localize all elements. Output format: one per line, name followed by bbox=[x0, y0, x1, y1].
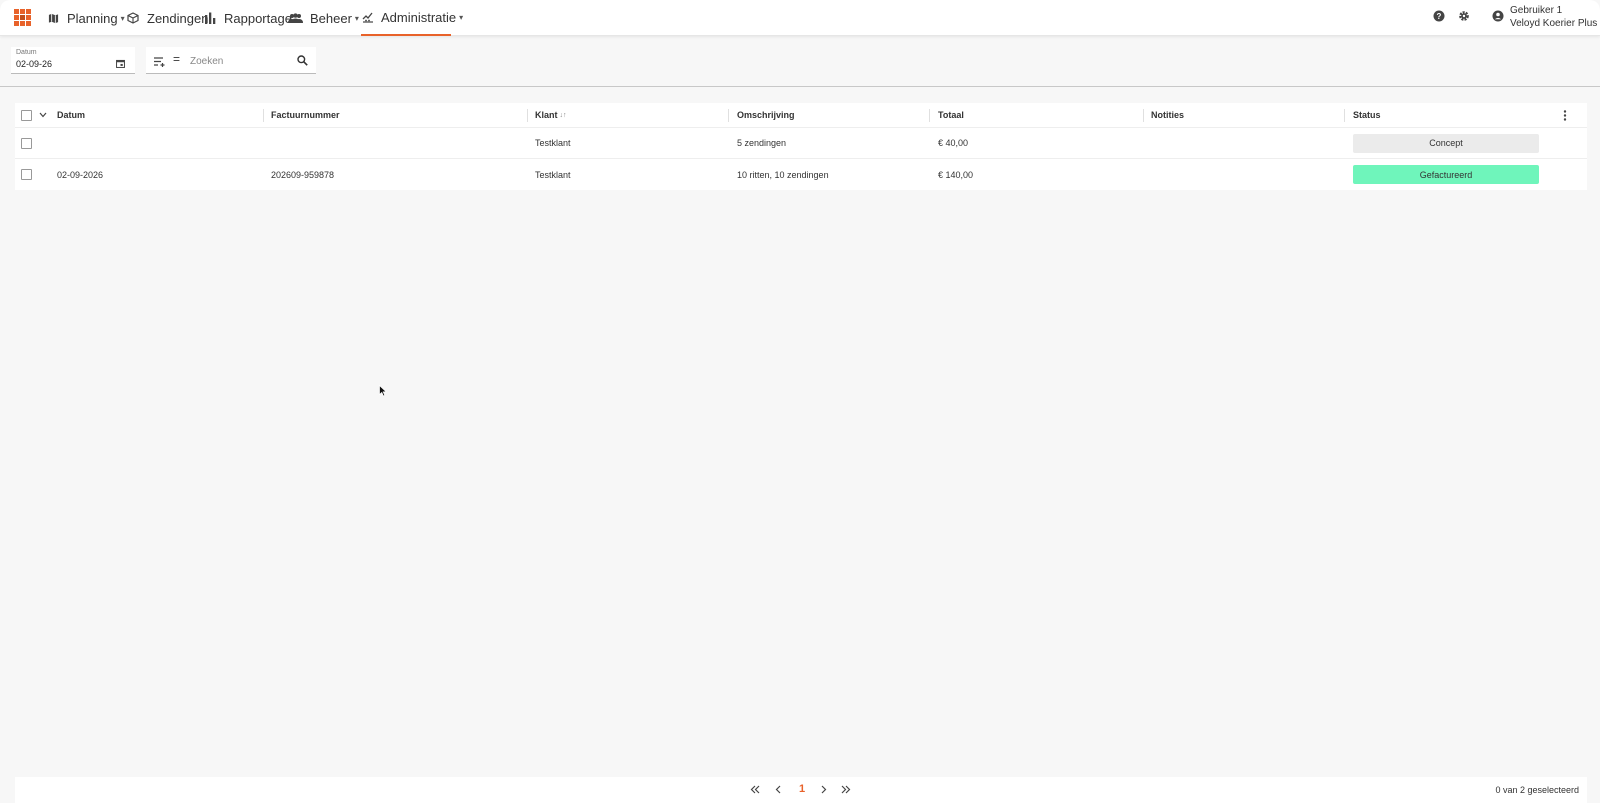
more-options-icon[interactable] bbox=[1563, 103, 1567, 127]
nav-administratie[interactable]: Administratie ▾ bbox=[361, 0, 463, 36]
search-icon[interactable] bbox=[297, 54, 308, 69]
caret-down-icon: ▾ bbox=[459, 12, 464, 22]
nav-label: Planning bbox=[67, 10, 118, 26]
column-separator bbox=[728, 109, 729, 122]
cell-omschrijving: 10 ritten, 10 zendingen bbox=[737, 169, 829, 180]
user-name: Gebruiker 1 bbox=[1510, 5, 1563, 16]
user-menu[interactable]: Gebruiker 1 Veloyd Koerier Plus bbox=[1492, 4, 1597, 30]
cell-klant: Testklant bbox=[535, 169, 571, 180]
column-header-omschrijving[interactable]: Omschrijving bbox=[737, 103, 795, 127]
column-separator bbox=[527, 109, 528, 122]
column-header-notities[interactable]: Notities bbox=[1151, 103, 1184, 127]
help-icon[interactable]: ? bbox=[1433, 10, 1445, 25]
top-navigation: Planning ▾ Zendingen Rapportage Beheer ▾ bbox=[0, 0, 1600, 36]
cell-datum: 02-09-2026 bbox=[57, 169, 104, 180]
table-header-row: Datum Factuurnummer Klant ↓↑ Omschrijvin… bbox=[15, 103, 1587, 128]
expand-chevron-icon[interactable] bbox=[39, 103, 47, 127]
status-badge[interactable]: Gefactureerd bbox=[1353, 165, 1539, 184]
table-row[interactable]: Testklant 5 zendingen € 40,00 Concept bbox=[15, 128, 1587, 159]
cell-totaal: € 40,00 bbox=[938, 138, 969, 148]
bar-chart-icon bbox=[203, 11, 217, 25]
column-header-klant-label: Klant bbox=[535, 110, 558, 120]
row-checkbox[interactable] bbox=[21, 128, 32, 158]
caret-down-icon: ▾ bbox=[120, 13, 125, 23]
nav-rapportage[interactable]: Rapportage bbox=[203, 0, 292, 36]
column-separator bbox=[263, 109, 264, 122]
search-input[interactable] bbox=[190, 53, 290, 69]
app-window: Planning ▾ Zendingen Rapportage Beheer ▾ bbox=[0, 0, 1600, 803]
cell-omschrijving: 5 zendingen bbox=[737, 138, 787, 148]
finance-icon bbox=[362, 10, 374, 24]
app-logo-icon[interactable] bbox=[14, 9, 31, 26]
nav-planning[interactable]: Planning ▾ bbox=[46, 0, 125, 36]
svg-text:?: ? bbox=[1437, 12, 1442, 21]
date-field-label: Datum bbox=[16, 49, 37, 56]
column-header-datum[interactable]: Datum bbox=[57, 103, 85, 127]
column-header-totaal[interactable]: Totaal bbox=[938, 103, 964, 127]
calendar-icon[interactable] bbox=[116, 56, 125, 71]
selection-count: 0 van 2 geselecteerd bbox=[1495, 785, 1579, 795]
column-header-status[interactable]: Status bbox=[1353, 103, 1381, 127]
cell-klant: Testklant bbox=[535, 138, 571, 148]
column-separator bbox=[929, 109, 930, 122]
status-cell: Gefactureerd bbox=[1353, 159, 1539, 190]
current-page-number[interactable]: 1 bbox=[799, 783, 805, 795]
date-field-value: 02-09-26 bbox=[16, 59, 53, 69]
nav-label: Administratie bbox=[381, 9, 457, 25]
filter-divider bbox=[0, 86, 1600, 87]
user-company: Veloyd Koerier Plus bbox=[1510, 18, 1598, 29]
nav-label: Beheer bbox=[310, 10, 352, 26]
nav-label: Rapportage bbox=[224, 10, 292, 26]
pagination-bar: 1 0 van 2 geselecteerd bbox=[15, 777, 1587, 803]
table-row[interactable]: 02-09-2026 202609-959878 Testklant 10 ri… bbox=[15, 159, 1587, 190]
next-page-icon[interactable] bbox=[821, 783, 827, 797]
people-icon bbox=[287, 11, 303, 25]
filter-add-icon[interactable] bbox=[154, 55, 166, 70]
caret-down-icon: ▾ bbox=[354, 13, 359, 23]
column-separator bbox=[1344, 109, 1345, 122]
status-badge[interactable]: Concept bbox=[1353, 133, 1539, 153]
nav-label: Zendingen bbox=[147, 10, 209, 26]
cell-totaal: € 140,00 bbox=[938, 169, 974, 180]
first-page-icon[interactable] bbox=[750, 783, 760, 797]
package-icon bbox=[126, 11, 140, 25]
date-field[interactable]: Datum 02-09-26 bbox=[11, 47, 135, 74]
invoice-table: Datum Factuurnummer Klant ↓↑ Omschrijvin… bbox=[15, 103, 1587, 190]
equals-operator-icon[interactable]: = bbox=[173, 52, 180, 66]
map-icon bbox=[46, 11, 60, 25]
status-cell: Concept bbox=[1353, 128, 1539, 158]
settings-gear-icon[interactable] bbox=[1458, 10, 1470, 25]
search-field[interactable]: = bbox=[146, 47, 316, 74]
select-all-checkbox[interactable] bbox=[21, 103, 32, 127]
account-circle-icon bbox=[1492, 10, 1504, 25]
column-header-klant[interactable]: Klant ↓↑ bbox=[535, 103, 567, 127]
column-header-factuurnummer[interactable]: Factuurnummer bbox=[271, 103, 340, 127]
last-page-icon[interactable] bbox=[841, 783, 851, 797]
nav-beheer[interactable]: Beheer ▾ bbox=[287, 0, 359, 36]
row-checkbox[interactable] bbox=[21, 159, 32, 190]
nav-zendingen[interactable]: Zendingen bbox=[126, 0, 208, 36]
mouse-cursor-icon bbox=[379, 384, 388, 400]
column-separator bbox=[1143, 109, 1144, 122]
sort-icon[interactable]: ↓↑ bbox=[560, 112, 567, 119]
cell-factuurnummer: 202609-959878 bbox=[271, 169, 335, 180]
previous-page-icon[interactable] bbox=[775, 783, 781, 797]
